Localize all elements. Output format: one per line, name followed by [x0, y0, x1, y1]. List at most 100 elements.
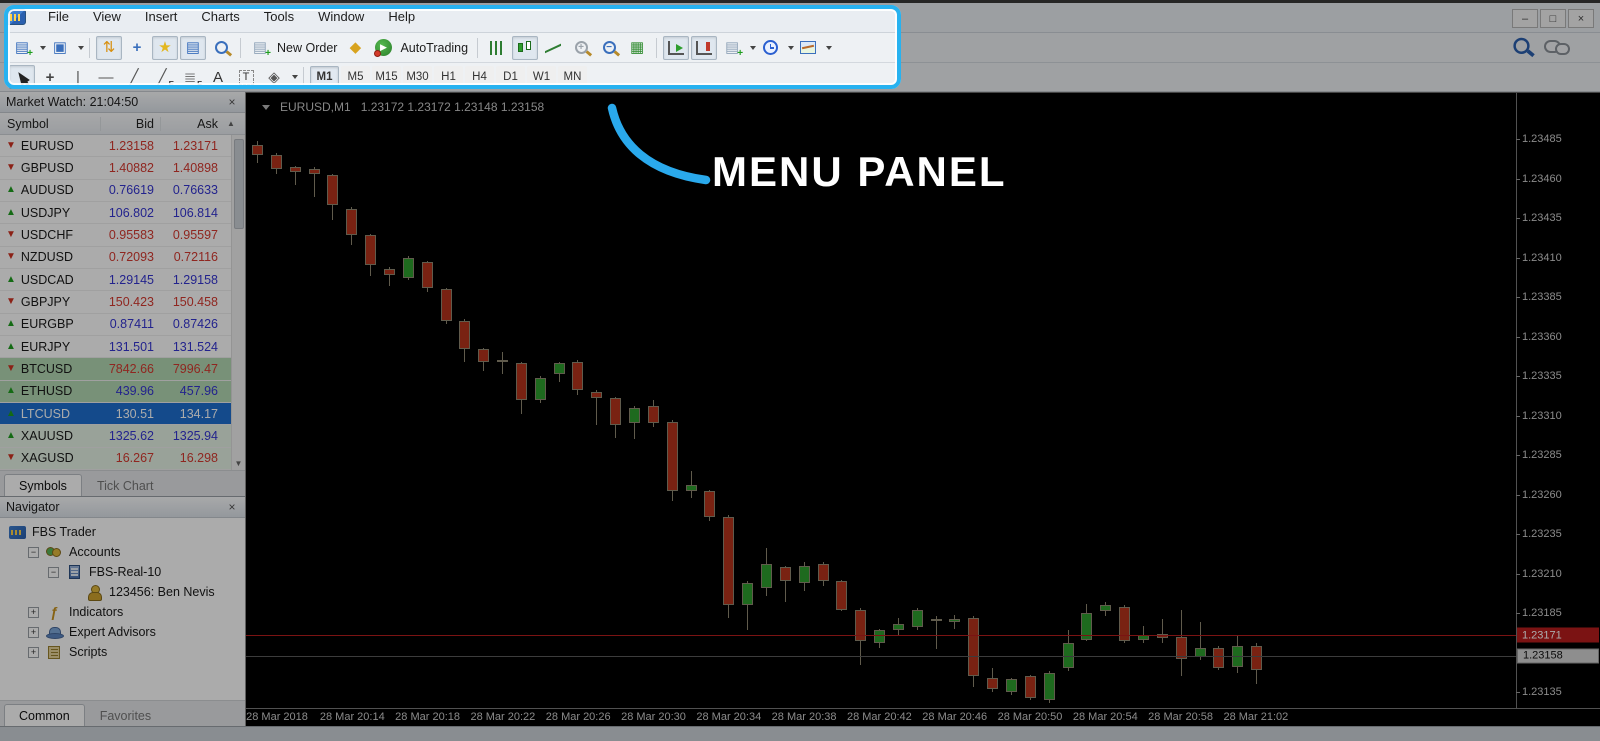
- market-watch-row-gbpjpy[interactable]: ▼GBPJPY150.423150.458: [0, 291, 231, 313]
- market-watch-row-eurgbp[interactable]: ▲EURGBP0.874110.87426: [0, 314, 231, 336]
- new-chart-button[interactable]: ▤+: [9, 36, 35, 60]
- market-watch-row-audusd[interactable]: ▲AUDUSD0.766190.76633: [0, 180, 231, 202]
- navigator-tab-common[interactable]: Common: [4, 704, 85, 726]
- trendline-tool[interactable]: ╱: [121, 65, 147, 89]
- tile-windows-button[interactable]: ▦: [624, 36, 650, 60]
- timeframe-d1[interactable]: D1: [496, 66, 525, 88]
- line-chart-type-button[interactable]: [540, 36, 566, 60]
- navigator-item-123456-ben-nevis[interactable]: 123456: Ben Nevis: [0, 582, 245, 602]
- menu-window[interactable]: Window: [306, 7, 376, 26]
- auto-scroll-toggle[interactable]: [663, 36, 689, 60]
- minimize-button[interactable]: –: [1512, 9, 1538, 28]
- data-window-button[interactable]: +: [124, 36, 150, 60]
- scroll-down-icon[interactable]: ▼: [235, 459, 243, 468]
- new-order-button-label[interactable]: New Order: [277, 41, 337, 55]
- timeframe-h4[interactable]: H4: [465, 66, 494, 88]
- market-watch-row-eurjpy[interactable]: ▲EURJPY131.501131.524: [0, 336, 231, 358]
- new-order-button[interactable]: ▤+: [247, 36, 273, 60]
- navigator-item-accounts[interactable]: −Accounts: [0, 542, 245, 562]
- menu-view[interactable]: View: [81, 7, 133, 26]
- close-button[interactable]: ×: [1568, 9, 1594, 28]
- timeframe-m5[interactable]: M5: [341, 66, 370, 88]
- autotrading-button[interactable]: ▶: [370, 36, 396, 60]
- market-watch-scrollbar[interactable]: ▼: [231, 135, 245, 470]
- navigator-item-expert-advisors[interactable]: +Expert Advisors: [0, 622, 245, 642]
- autotrading-button-label[interactable]: AutoTrading: [400, 41, 468, 55]
- search-icon[interactable]: [1513, 38, 1529, 61]
- navigator-item-fbs-real-10[interactable]: −FBS-Real-10: [0, 562, 245, 582]
- shapes-tool-dropdown-icon[interactable]: [292, 75, 298, 79]
- time-axis[interactable]: [246, 708, 1600, 709]
- timeframe-m1[interactable]: M1: [310, 66, 339, 88]
- bar-chart-type-button[interactable]: [484, 36, 510, 60]
- chat-icon[interactable]: [1544, 40, 1570, 56]
- market-watch-row-ethusd[interactable]: ▲ETHUSD439.96457.96: [0, 381, 231, 403]
- periods-button-dropdown-icon[interactable]: [788, 46, 794, 50]
- terminal-toggle[interactable]: ▤: [180, 36, 206, 60]
- expander-plus-icon[interactable]: +: [28, 647, 39, 658]
- navigator-tab-favorites[interactable]: Favorites: [85, 704, 166, 726]
- timeframe-mn[interactable]: MN: [558, 66, 587, 88]
- crosshair-tool[interactable]: +: [37, 65, 63, 89]
- strategy-tester-button[interactable]: [208, 36, 234, 60]
- market-watch-row-usdchf[interactable]: ▼USDCHF0.955830.95597: [0, 224, 231, 246]
- equidistant-channel-tool[interactable]: ╱E: [149, 65, 175, 89]
- restore-button[interactable]: □: [1540, 9, 1566, 28]
- market-watch-row-xagusd[interactable]: ▼XAGUSD16.26716.298: [0, 448, 231, 470]
- timeframe-w1[interactable]: W1: [527, 66, 556, 88]
- cursor-tool[interactable]: [9, 65, 35, 89]
- expander-plus-icon[interactable]: +: [28, 607, 39, 618]
- market-watch-row-gbpusd[interactable]: ▼GBPUSD1.408821.40898: [0, 157, 231, 179]
- menu-insert[interactable]: Insert: [133, 7, 190, 26]
- timeframe-m30[interactable]: M30: [403, 66, 432, 88]
- menu-tools[interactable]: Tools: [252, 7, 306, 26]
- metaeditor-button[interactable]: ◆: [342, 36, 368, 60]
- column-bid[interactable]: Bid: [100, 117, 160, 131]
- navigator-item-scripts[interactable]: +Scripts: [0, 642, 245, 662]
- scrollbar-thumb[interactable]: [234, 139, 244, 229]
- market-watch-row-usdjpy[interactable]: ▲USDJPY106.802106.814: [0, 202, 231, 224]
- text-tool[interactable]: A: [205, 65, 231, 89]
- expander-minus-icon[interactable]: −: [28, 547, 39, 558]
- expander-plus-icon[interactable]: +: [28, 627, 39, 638]
- navigator-item-fbs-trader[interactable]: FBS Trader: [0, 522, 245, 542]
- new-chart-button-dropdown-icon[interactable]: [40, 46, 46, 50]
- expander-minus-icon[interactable]: −: [48, 567, 59, 578]
- vertical-line-tool[interactable]: |: [65, 65, 91, 89]
- profiles-button-dropdown-icon[interactable]: [78, 46, 84, 50]
- menu-charts[interactable]: Charts: [189, 7, 251, 26]
- chart-shift-toggle[interactable]: [691, 36, 717, 60]
- indicators-button[interactable]: ▤+: [719, 36, 745, 60]
- column-symbol[interactable]: Symbol: [0, 117, 100, 131]
- chart-collapse-icon[interactable]: [262, 105, 270, 110]
- market-watch-tab-tick-chart[interactable]: Tick Chart: [82, 474, 169, 496]
- templates-button[interactable]: [795, 36, 821, 60]
- market-watch-close-icon[interactable]: ×: [225, 95, 239, 109]
- market-watch-row-ltcusd[interactable]: ▲LTCUSD130.51134.17: [0, 403, 231, 425]
- indicators-button-dropdown-icon[interactable]: [750, 46, 756, 50]
- zoom-in-button[interactable]: +: [568, 36, 594, 60]
- market-watch-row-usdcad[interactable]: ▲USDCAD1.291451.29158: [0, 269, 231, 291]
- market-watch-row-btcusd[interactable]: ▼BTCUSD7842.667996.47: [0, 358, 231, 380]
- periods-button[interactable]: [757, 36, 783, 60]
- scroll-up-icon[interactable]: ▲: [224, 119, 238, 128]
- templates-button-dropdown-icon[interactable]: [826, 46, 832, 50]
- fibonacci-tool[interactable]: ≣F: [177, 65, 203, 89]
- navigator-toggle[interactable]: ★: [152, 36, 178, 60]
- text-label-tool[interactable]: T: [233, 65, 259, 89]
- shapes-tool[interactable]: ◈: [261, 65, 287, 89]
- price-axis[interactable]: [1516, 93, 1517, 708]
- menu-help[interactable]: Help: [376, 7, 427, 26]
- horizontal-line-tool[interactable]: —: [93, 65, 119, 89]
- profiles-button[interactable]: ▣: [47, 36, 73, 60]
- market-watch-row-nzdusd[interactable]: ▼NZDUSD0.720930.72116: [0, 247, 231, 269]
- zoom-out-button[interactable]: −: [596, 36, 622, 60]
- navigator-close-icon[interactable]: ×: [225, 500, 239, 514]
- column-ask[interactable]: Ask: [160, 117, 224, 131]
- market-watch-row-eurusd[interactable]: ▼EURUSD1.231581.23171: [0, 135, 231, 157]
- chart-window[interactable]: EURUSD,M1 1.23172 1.23172 1.23148 1.2315…: [246, 92, 1600, 726]
- market-watch-tab-symbols[interactable]: Symbols: [4, 474, 82, 496]
- market-watch-row-xauusd[interactable]: ▲XAUUSD1325.621325.94: [0, 425, 231, 447]
- timeframe-h1[interactable]: H1: [434, 66, 463, 88]
- navigator-item-indicators[interactable]: +ƒIndicators: [0, 602, 245, 622]
